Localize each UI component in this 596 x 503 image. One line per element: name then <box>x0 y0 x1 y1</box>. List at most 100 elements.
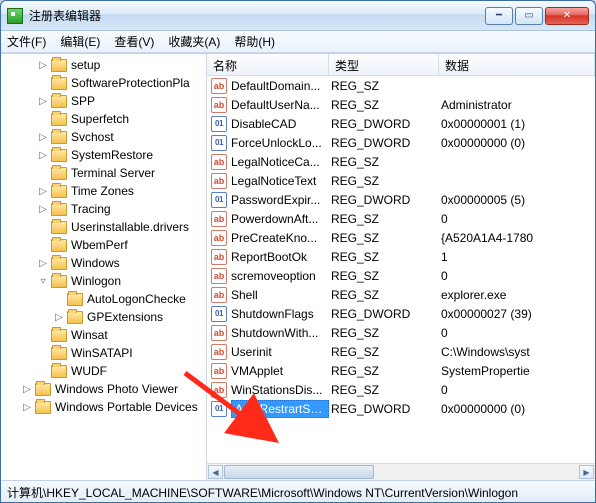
value-row[interactable]: ShellREG_SZexplorer.exe <box>207 285 595 304</box>
scroll-left-arrow[interactable]: ◀ <box>208 465 223 479</box>
value-row[interactable]: PreCreateKno...REG_SZ{A520A1A4-1780 <box>207 228 595 247</box>
value-row[interactable]: ShutdownWith...REG_SZ0 <box>207 323 595 342</box>
folder-icon <box>51 113 67 126</box>
tree-node[interactable]: ▿ Winlogon <box>3 272 206 290</box>
tree-node[interactable]: WUDF <box>3 362 206 380</box>
expand-icon[interactable]: ▷ <box>37 258 49 269</box>
horizontal-scrollbar[interactable]: ◀ ▶ <box>207 463 595 480</box>
expand-icon[interactable]: ▷ <box>37 132 49 143</box>
folder-icon <box>51 203 67 216</box>
value-name: DisableCAD <box>231 117 296 131</box>
tree-node[interactable]: ▷ Time Zones <box>3 182 206 200</box>
tree-node[interactable]: Terminal Server <box>3 164 206 182</box>
list-header: 名称 类型 数据 <box>207 54 595 76</box>
expand-icon[interactable]: ▷ <box>37 96 49 107</box>
value-row[interactable]: ForceUnlockLo...REG_DWORD0x00000000 (0) <box>207 133 595 152</box>
titlebar[interactable]: 注册表编辑器 ━ ▭ ✕ <box>1 1 595 31</box>
tree-label: Time Zones <box>71 184 134 198</box>
minimize-button[interactable]: ━ <box>485 7 513 25</box>
tree-node[interactable]: Winsat <box>3 326 206 344</box>
tree-node[interactable]: SoftwareProtectionPla <box>3 74 206 92</box>
tree-pane[interactable]: ▷setupSoftwareProtectionPla ▷ SPP Superfetc… <box>1 54 207 480</box>
folder-icon <box>51 59 67 72</box>
maximize-button[interactable]: ▭ <box>515 7 543 25</box>
expand-icon[interactable]: ▷ <box>21 402 33 413</box>
value-row[interactable]: DisableCADREG_DWORD0x00000001 (1) <box>207 114 595 133</box>
tree-node[interactable]: ▷Tracing <box>3 200 206 218</box>
tree-label: SPP <box>71 94 95 108</box>
close-button[interactable]: ✕ <box>545 7 589 25</box>
expand-icon[interactable]: ▿ <box>37 276 49 287</box>
dword-value-icon <box>211 135 227 151</box>
value-type: REG_SZ <box>329 79 439 93</box>
expand-icon[interactable]: ▷ <box>37 150 49 161</box>
tree-node[interactable]: ▷Windows Portable Devices <box>3 398 206 416</box>
tree-node[interactable]: ▷Windows Photo Viewer <box>3 380 206 398</box>
folder-icon <box>51 221 67 234</box>
statusbar: 计算机\HKEY_LOCAL_MACHINE\SOFTWARE\Microsof… <box>1 480 595 502</box>
value-row[interactable]: LegalNoticeTextREG_SZ <box>207 171 595 190</box>
value-row[interactable]: PasswordExpir...REG_DWORD0x00000005 (5) <box>207 190 595 209</box>
value-row[interactable]: UserinitREG_SZC:\Windows\syst <box>207 342 595 361</box>
list-rows[interactable]: DefaultDomain...REG_SZDefaultUserNa...RE… <box>207 76 595 463</box>
menu-file[interactable]: 文件(F) <box>7 33 46 50</box>
tree-node[interactable]: ▷setup <box>3 56 206 74</box>
col-data[interactable]: 数据 <box>439 54 595 75</box>
value-row[interactable]: PowerdownAft...REG_SZ0 <box>207 209 595 228</box>
string-value-icon <box>211 173 227 189</box>
expand-icon[interactable]: ▷ <box>21 384 33 395</box>
folder-icon <box>51 329 67 342</box>
expand-icon[interactable]: ▷ <box>37 60 49 71</box>
menu-favorites[interactable]: 收藏夹(A) <box>168 33 220 50</box>
string-value-icon <box>211 78 227 94</box>
value-name: WinStationsDis... <box>231 383 322 397</box>
scroll-right-arrow[interactable]: ▶ <box>579 465 594 479</box>
menu-view[interactable]: 查看(V) <box>114 33 154 50</box>
tree-label: Userinstallable.drivers <box>71 220 189 234</box>
value-type: REG_DWORD <box>329 193 439 207</box>
expand-icon[interactable]: ▷ <box>53 312 65 323</box>
folder-icon <box>51 149 67 162</box>
tree-node[interactable]: ▷SystemRestore <box>3 146 206 164</box>
tree-node[interactable]: AutoLogonChecke <box>3 290 206 308</box>
folder-icon <box>35 401 51 414</box>
expand-icon[interactable]: ▷ <box>37 204 49 215</box>
value-row[interactable]: AutoRestrartSh...REG_DWORD0x00000000 (0) <box>207 399 595 418</box>
menu-help[interactable]: 帮助(H) <box>234 33 275 50</box>
string-value-icon <box>211 154 227 170</box>
expand-icon[interactable]: ▷ <box>37 186 49 197</box>
tree-node[interactable]: WinSATAPI <box>3 344 206 362</box>
tree-node[interactable]: Userinstallable.drivers <box>3 218 206 236</box>
value-data: Administrator <box>439 98 595 112</box>
tree-node[interactable]: ▷ Svchost <box>3 128 206 146</box>
value-row[interactable]: DefaultDomain...REG_SZ <box>207 76 595 95</box>
string-value-icon <box>211 325 227 341</box>
col-name[interactable]: 名称 <box>207 54 329 75</box>
folder-icon <box>51 239 67 252</box>
tree-label: GPExtensions <box>87 310 163 324</box>
value-row[interactable]: DefaultUserNa...REG_SZAdministrator <box>207 95 595 114</box>
value-row[interactable]: scremoveoptionREG_SZ0 <box>207 266 595 285</box>
value-type: REG_SZ <box>329 288 439 302</box>
tree-label: Svchost <box>71 130 114 144</box>
col-type[interactable]: 类型 <box>329 54 439 75</box>
tree-node[interactable]: WbemPerf <box>3 236 206 254</box>
value-row[interactable]: WinStationsDis...REG_SZ0 <box>207 380 595 399</box>
tree-node[interactable]: Superfetch <box>3 110 206 128</box>
tree-node[interactable]: ▷ GPExtensions <box>3 308 206 326</box>
value-row[interactable]: VMAppletREG_SZSystemPropertie <box>207 361 595 380</box>
tree-node[interactable]: ▷ SPP <box>3 92 206 110</box>
value-data: 0x00000000 (0) <box>439 402 595 416</box>
value-row[interactable]: ReportBootOkREG_SZ1 <box>207 247 595 266</box>
string-value-icon <box>211 211 227 227</box>
tree-node[interactable]: ▷Windows <box>3 254 206 272</box>
value-type: REG_SZ <box>329 383 439 397</box>
tree-label: Winlogon <box>71 274 121 288</box>
scroll-thumb[interactable] <box>224 465 374 479</box>
value-row[interactable]: LegalNoticeCa...REG_SZ <box>207 152 595 171</box>
value-name: ReportBootOk <box>231 250 307 264</box>
value-data: C:\Windows\syst <box>439 345 595 359</box>
value-name: ShutdownFlags <box>231 307 314 321</box>
value-row[interactable]: ShutdownFlagsREG_DWORD0x00000027 (39) <box>207 304 595 323</box>
menu-edit[interactable]: 编辑(E) <box>60 33 100 50</box>
